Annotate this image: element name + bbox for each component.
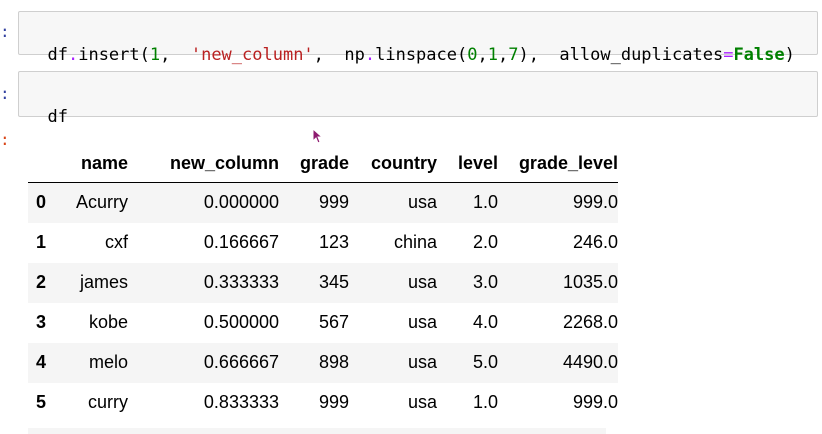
table-header-row: name new_column grade country level grad… (28, 144, 618, 183)
cell-country: usa (407, 392, 437, 412)
code-token: . (67, 45, 79, 65)
cell-name: curry (88, 392, 128, 412)
cell-level: 2.0 (472, 232, 498, 252)
row-index: 0 (36, 192, 47, 213)
table-row: 2 james 0.333333 345 usa 3.0 1035.0 (28, 262, 618, 303)
cell-new-column: 0.833333 (203, 392, 279, 412)
table-row: 5 curry 0.833333 999 usa 1.0 999.0 (28, 382, 618, 423)
column-header-index (28, 144, 64, 183)
cell-level: 3.0 (472, 272, 498, 292)
code-token: insert( (78, 45, 150, 65)
cell-grade-level: 999.0 (572, 392, 618, 412)
code-token: 7 (508, 45, 519, 65)
row-index: 2 (36, 272, 47, 292)
column-header-grade: grade (279, 144, 349, 183)
row-index: 3 (36, 312, 47, 332)
cell-grade: 567 (318, 312, 349, 332)
code-token: , (497, 45, 509, 65)
code-token: ), allow_duplicates (518, 45, 724, 65)
cell-grade: 345 (318, 272, 349, 292)
cell-level: 5.0 (472, 352, 498, 372)
code-token: , (477, 45, 488, 65)
cell-level: 4.0 (472, 312, 498, 332)
code-text-insert: df.insert(1, 'new_column', np.linspace(0… (47, 45, 794, 65)
cell-grade: 898 (318, 352, 349, 372)
cell-country: china (393, 232, 437, 252)
cell-country: usa (407, 312, 437, 332)
cell-name: melo (88, 352, 128, 372)
row-index: 5 (36, 392, 47, 412)
cell-grade: 999 (318, 192, 349, 213)
cell-new-column: 0.333333 (203, 272, 279, 292)
table-next-row-partial (28, 428, 606, 434)
code-token: 'new_column' (190, 45, 314, 65)
cell-grade-level: 4490.0 (562, 352, 618, 372)
code-token: 0 (467, 45, 478, 65)
cell-grade-level: 2268.0 (562, 312, 618, 332)
code-token: 1 (487, 45, 498, 65)
cell-grade: 999 (318, 392, 349, 412)
column-header-grade-level: grade_level (498, 144, 618, 183)
cell-grade-level: 246.0 (572, 232, 618, 252)
table-row: 1 cxf 0.166667 123 china 2.0 246.0 (28, 222, 618, 263)
cell-country: usa (407, 272, 437, 292)
cell-new-column: 0.666667 (203, 352, 279, 372)
table-row: 4 melo 0.666667 898 usa 5.0 4490.0 (28, 342, 618, 383)
cell-grade: 123 (318, 232, 349, 252)
code-cell-df[interactable]: df (18, 71, 818, 127)
cell-country: usa (407, 192, 437, 213)
row-index: 4 (36, 352, 47, 372)
code-text-df: df (47, 107, 68, 127)
code-token: df (47, 45, 68, 65)
input-prompt-1: : (0, 22, 10, 41)
cell-level: 1.0 (472, 192, 498, 213)
column-header-name: name (64, 144, 128, 183)
code-token: False (733, 45, 785, 65)
code-token: 1 (149, 45, 161, 65)
cell-grade-level: 1035.0 (562, 272, 618, 292)
cell-country: usa (407, 352, 437, 372)
cell-level: 1.0 (472, 392, 498, 412)
code-token: = (723, 45, 734, 65)
cell-name: cxf (104, 232, 128, 252)
code-token: . (364, 45, 376, 65)
code-token: ) (784, 45, 795, 65)
cell-new-column: 0.000000 (203, 192, 279, 213)
code-cell-insert[interactable]: df.insert(1, 'new_column', np.linspace(0… (18, 11, 818, 65)
mouse-pointer-icon (312, 128, 324, 144)
cell-name: kobe (88, 312, 128, 332)
cell-grade-level: 999.0 (572, 192, 618, 213)
output-prompt-2: : (0, 130, 10, 149)
cell-name: Acurry (75, 192, 128, 213)
code-token: , np (313, 45, 365, 65)
column-header-level: level (437, 144, 498, 183)
input-prompt-2: : (0, 84, 10, 103)
table-row: 3 kobe 0.500000 567 usa 4.0 2268.0 (28, 302, 618, 343)
dataframe-output-table: name new_column grade country level grad… (28, 144, 618, 423)
column-header-country: country (349, 144, 437, 183)
cell-new-column: 0.166667 (203, 232, 279, 252)
code-token: linspace( (375, 45, 468, 65)
cell-new-column: 0.500000 (203, 312, 279, 332)
table-row: 0 Acurry 0.000000 999 usa 1.0 999.0 (28, 182, 618, 223)
column-header-new-column: new_column (128, 144, 279, 183)
code-token: , (160, 45, 191, 65)
cell-name: james (79, 272, 128, 292)
row-index: 1 (36, 232, 47, 252)
